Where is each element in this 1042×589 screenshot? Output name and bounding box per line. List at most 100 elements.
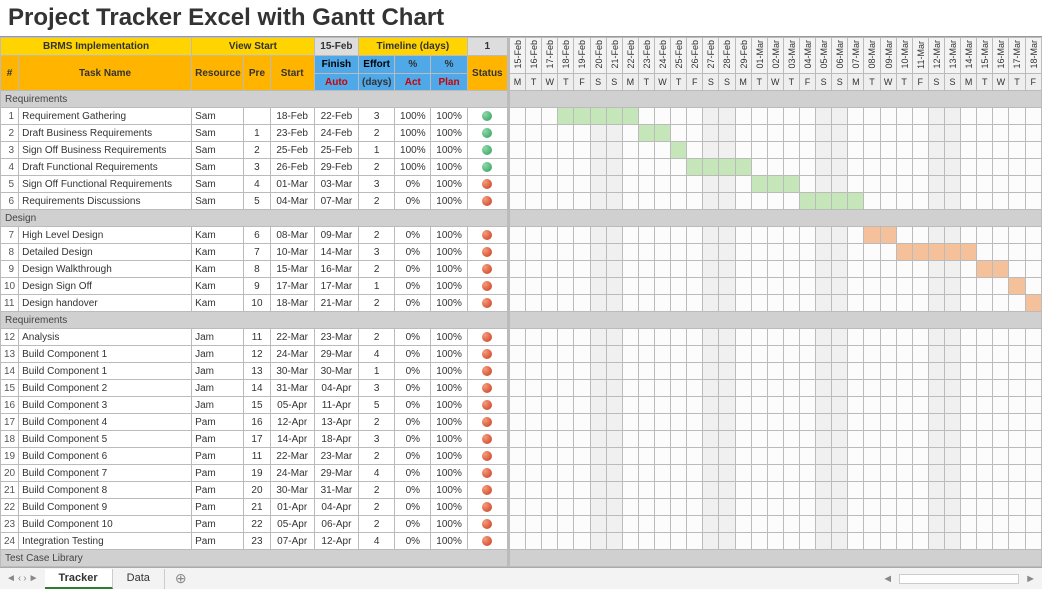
cell-plan[interactable]: 100%	[431, 363, 467, 380]
cell-effort[interactable]: 3	[359, 176, 395, 193]
gantt-cell[interactable]	[654, 431, 670, 448]
gantt-cell[interactable]	[961, 465, 977, 482]
gantt-cell[interactable]	[719, 261, 735, 278]
gantt-cell[interactable]	[928, 414, 944, 431]
cell-effort[interactable]: 3	[359, 380, 395, 397]
gantt-cell[interactable]	[977, 363, 993, 380]
cell-res[interactable]: Jam	[192, 363, 244, 380]
gantt-cell[interactable]	[1025, 414, 1042, 431]
cell-start[interactable]: 15-Mar	[270, 261, 314, 278]
gantt-cell[interactable]	[510, 329, 526, 346]
gantt-cell[interactable]	[574, 363, 590, 380]
gantt-cell[interactable]	[510, 108, 526, 125]
gantt-cell[interactable]	[783, 499, 799, 516]
gantt-cell[interactable]	[928, 397, 944, 414]
gantt-cell[interactable]	[1025, 363, 1042, 380]
gantt-cell[interactable]	[590, 244, 606, 261]
cell-plan[interactable]: 100%	[431, 261, 467, 278]
gantt-cell[interactable]	[574, 516, 590, 533]
gantt-cell[interactable]	[719, 295, 735, 312]
cell-pre[interactable]: 20	[244, 482, 270, 499]
gantt-cell[interactable]	[703, 414, 719, 431]
gantt-cell[interactable]	[606, 193, 622, 210]
gantt-cell[interactable]	[510, 482, 526, 499]
gantt-cell[interactable]	[671, 329, 687, 346]
gantt-cell[interactable]	[816, 261, 832, 278]
gantt-row[interactable]	[510, 380, 1042, 397]
cell-name[interactable]: Build Component 5	[19, 431, 192, 448]
gantt-cell[interactable]	[510, 176, 526, 193]
gantt-cell[interactable]	[687, 533, 703, 550]
gantt-cell[interactable]	[783, 193, 799, 210]
table-row[interactable]: 6Requirements DiscussionsSam504-Mar07-Ma…	[1, 193, 508, 210]
gantt-cell[interactable]	[993, 533, 1009, 550]
gantt-cell[interactable]	[864, 482, 880, 499]
timeline-value[interactable]: 1	[467, 38, 507, 56]
gantt-cell[interactable]	[735, 482, 751, 499]
section-header[interactable]: Design	[1, 210, 508, 227]
gantt-cell[interactable]	[1025, 448, 1042, 465]
gantt-cell[interactable]	[671, 448, 687, 465]
cell-start[interactable]: 12-Apr	[270, 414, 314, 431]
gantt-cell[interactable]	[1009, 244, 1025, 261]
gantt-cell[interactable]	[542, 397, 558, 414]
gantt-cell[interactable]	[671, 278, 687, 295]
gantt-row[interactable]	[510, 244, 1042, 261]
gantt-cell[interactable]	[977, 125, 993, 142]
gantt-cell[interactable]	[719, 465, 735, 482]
cell-pre[interactable]: 11	[244, 448, 270, 465]
gantt-cell[interactable]	[928, 125, 944, 142]
cell-res[interactable]: Sam	[192, 176, 244, 193]
gantt-cell[interactable]	[977, 295, 993, 312]
cell-res[interactable]: Pam	[192, 465, 244, 482]
cell-act[interactable]: 0%	[395, 363, 431, 380]
gantt-cell[interactable]	[767, 108, 783, 125]
cell-res[interactable]: Kam	[192, 278, 244, 295]
gantt-cell[interactable]	[751, 448, 767, 465]
gantt-cell[interactable]	[542, 244, 558, 261]
cell-res[interactable]: Pam	[192, 499, 244, 516]
gantt-cell[interactable]	[880, 499, 896, 516]
gantt-cell[interactable]	[671, 414, 687, 431]
cell-num[interactable]: 10	[1, 278, 19, 295]
cell-start[interactable]: 31-Mar	[270, 380, 314, 397]
cell-start[interactable]: 24-Mar	[270, 346, 314, 363]
gantt-row[interactable]	[510, 448, 1042, 465]
gantt-cell[interactable]	[687, 125, 703, 142]
cell-name[interactable]: Design Sign Off	[19, 278, 192, 295]
gantt-cell[interactable]	[1009, 125, 1025, 142]
gantt-cell[interactable]	[510, 295, 526, 312]
gantt-cell[interactable]	[961, 363, 977, 380]
gantt-cell[interactable]	[816, 414, 832, 431]
cell-finish[interactable]: 21-Mar	[314, 295, 358, 312]
cell-start[interactable]: 01-Apr	[270, 499, 314, 516]
gantt-cell[interactable]	[944, 108, 960, 125]
cell-act[interactable]: 0%	[395, 193, 431, 210]
cell-res[interactable]: Kam	[192, 227, 244, 244]
gantt-cell[interactable]	[654, 108, 670, 125]
gantt-cell[interactable]	[993, 431, 1009, 448]
gantt-cell[interactable]	[622, 278, 638, 295]
gantt-cell[interactable]	[622, 414, 638, 431]
gantt-cell[interactable]	[993, 499, 1009, 516]
gantt-cell[interactable]	[654, 533, 670, 550]
cell-num[interactable]: 16	[1, 397, 19, 414]
gantt-cell[interactable]	[1009, 295, 1025, 312]
cell-res[interactable]: Pam	[192, 448, 244, 465]
gantt-cell[interactable]	[703, 125, 719, 142]
cell-finish[interactable]: 14-Mar	[314, 244, 358, 261]
gantt-cell[interactable]	[719, 108, 735, 125]
gantt-cell[interactable]	[526, 108, 542, 125]
gantt-cell[interactable]	[816, 482, 832, 499]
gantt-cell[interactable]	[848, 176, 864, 193]
table-row[interactable]: 4Draft Functional RequirementsSam326-Feb…	[1, 159, 508, 176]
gantt-cell[interactable]	[622, 142, 638, 159]
cell-num[interactable]: 12	[1, 329, 19, 346]
gantt-cell[interactable]	[912, 193, 928, 210]
gantt-cell[interactable]	[526, 380, 542, 397]
cell-act[interactable]: 0%	[395, 261, 431, 278]
gantt-cell[interactable]	[767, 176, 783, 193]
gantt-cell[interactable]	[719, 329, 735, 346]
gantt-cell[interactable]	[896, 380, 912, 397]
view-start-value[interactable]: 15-Feb	[314, 38, 358, 56]
